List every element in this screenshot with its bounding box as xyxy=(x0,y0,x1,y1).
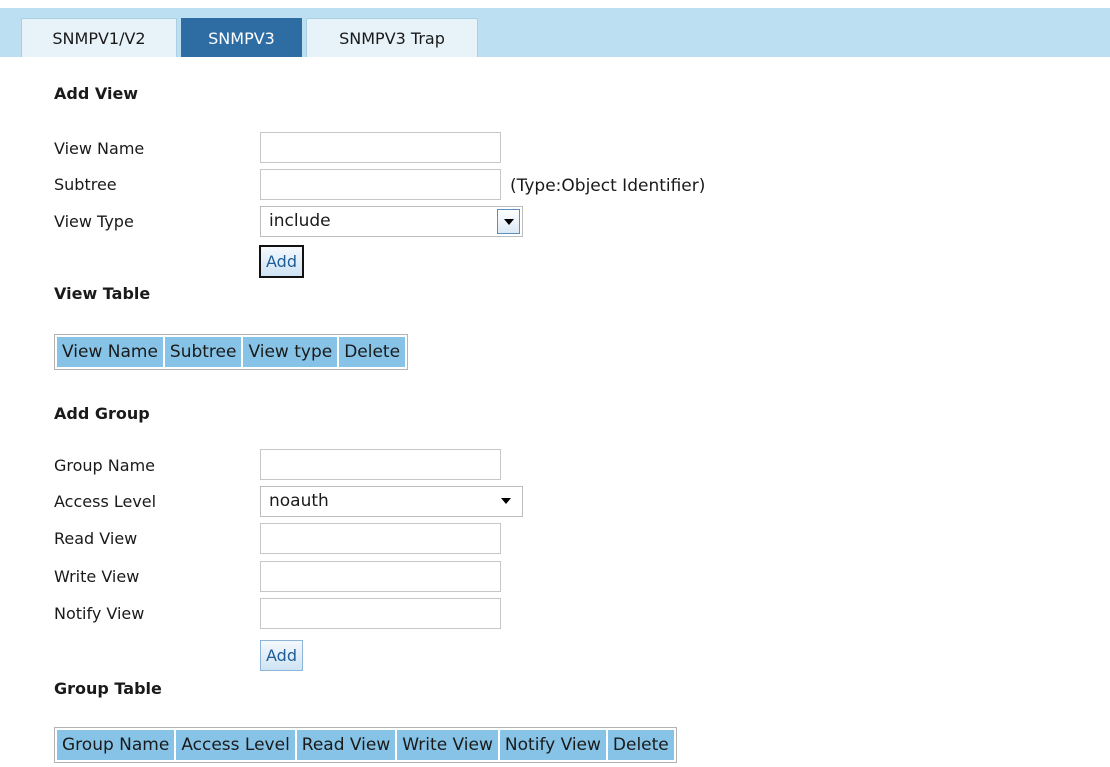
view-name-input[interactable] xyxy=(260,132,501,163)
view-name-label: View Name xyxy=(54,139,145,158)
notify-view-label: Notify View xyxy=(54,604,145,623)
group-table-col-read-view: Read View xyxy=(296,730,396,760)
view-table-col-view-type: View type xyxy=(243,337,338,367)
write-view-label: Write View xyxy=(54,567,140,586)
subtree-type-hint: (Type:Object Identifier) xyxy=(510,176,706,196)
view-type-select[interactable]: include xyxy=(260,206,523,237)
view-table-col-view-name: View Name xyxy=(57,337,163,367)
view-table-col-subtree: Subtree xyxy=(164,337,242,367)
group-table-col-group-name: Group Name xyxy=(57,730,175,760)
view-table-header-row: View Name Subtree View type Delete xyxy=(57,337,406,367)
view-type-label: View Type xyxy=(54,212,134,231)
access-level-label: Access Level xyxy=(54,492,157,511)
view-type-selected-value: include xyxy=(269,211,331,231)
view-type-dropdown-button[interactable] xyxy=(497,209,520,234)
view-table-col-delete: Delete xyxy=(339,337,406,367)
group-table: Group Name Access Level Read View Write … xyxy=(54,727,677,763)
group-table-col-access-level: Access Level xyxy=(176,730,295,760)
access-level-selected-value: noauth xyxy=(269,491,329,511)
subtree-input[interactable] xyxy=(260,169,501,200)
add-view-button[interactable]: Add xyxy=(259,245,304,278)
group-table-col-delete: Delete xyxy=(607,730,674,760)
tab-snmpv3[interactable]: SNMPV3 xyxy=(181,18,302,57)
group-table-col-write-view: Write View xyxy=(397,730,498,760)
add-group-heading: Add Group xyxy=(54,404,150,423)
add-group-button[interactable]: Add xyxy=(260,640,303,671)
chevron-down-icon xyxy=(503,218,514,225)
group-name-label: Group Name xyxy=(54,456,155,475)
read-view-input[interactable] xyxy=(260,523,501,554)
group-table-col-notify-view: Notify View xyxy=(499,730,606,760)
view-table-heading: View Table xyxy=(54,284,151,303)
view-table: View Name Subtree View type Delete xyxy=(54,334,409,370)
group-table-header-row: Group Name Access Level Read View Write … xyxy=(57,730,674,760)
tab-snmpv1-v2[interactable]: SNMPV1/V2 xyxy=(21,18,177,57)
read-view-label: Read View xyxy=(54,529,138,548)
access-level-select[interactable]: noauth xyxy=(260,486,523,517)
group-name-input[interactable] xyxy=(260,449,501,480)
chevron-down-icon xyxy=(501,498,511,504)
group-table-heading: Group Table xyxy=(54,679,162,698)
tab-bar: SNMPV1/V2 SNMPV3 SNMPV3 Trap xyxy=(0,0,1110,57)
add-view-heading: Add View xyxy=(54,84,139,103)
write-view-input[interactable] xyxy=(260,561,501,592)
notify-view-input[interactable] xyxy=(260,598,501,629)
subtree-label: Subtree xyxy=(54,175,117,194)
tab-snmpv3-trap[interactable]: SNMPV3 Trap xyxy=(306,18,478,57)
snmp-config-page: SNMPV1/V2 SNMPV3 SNMPV3 Trap Add View Vi… xyxy=(0,0,1110,767)
